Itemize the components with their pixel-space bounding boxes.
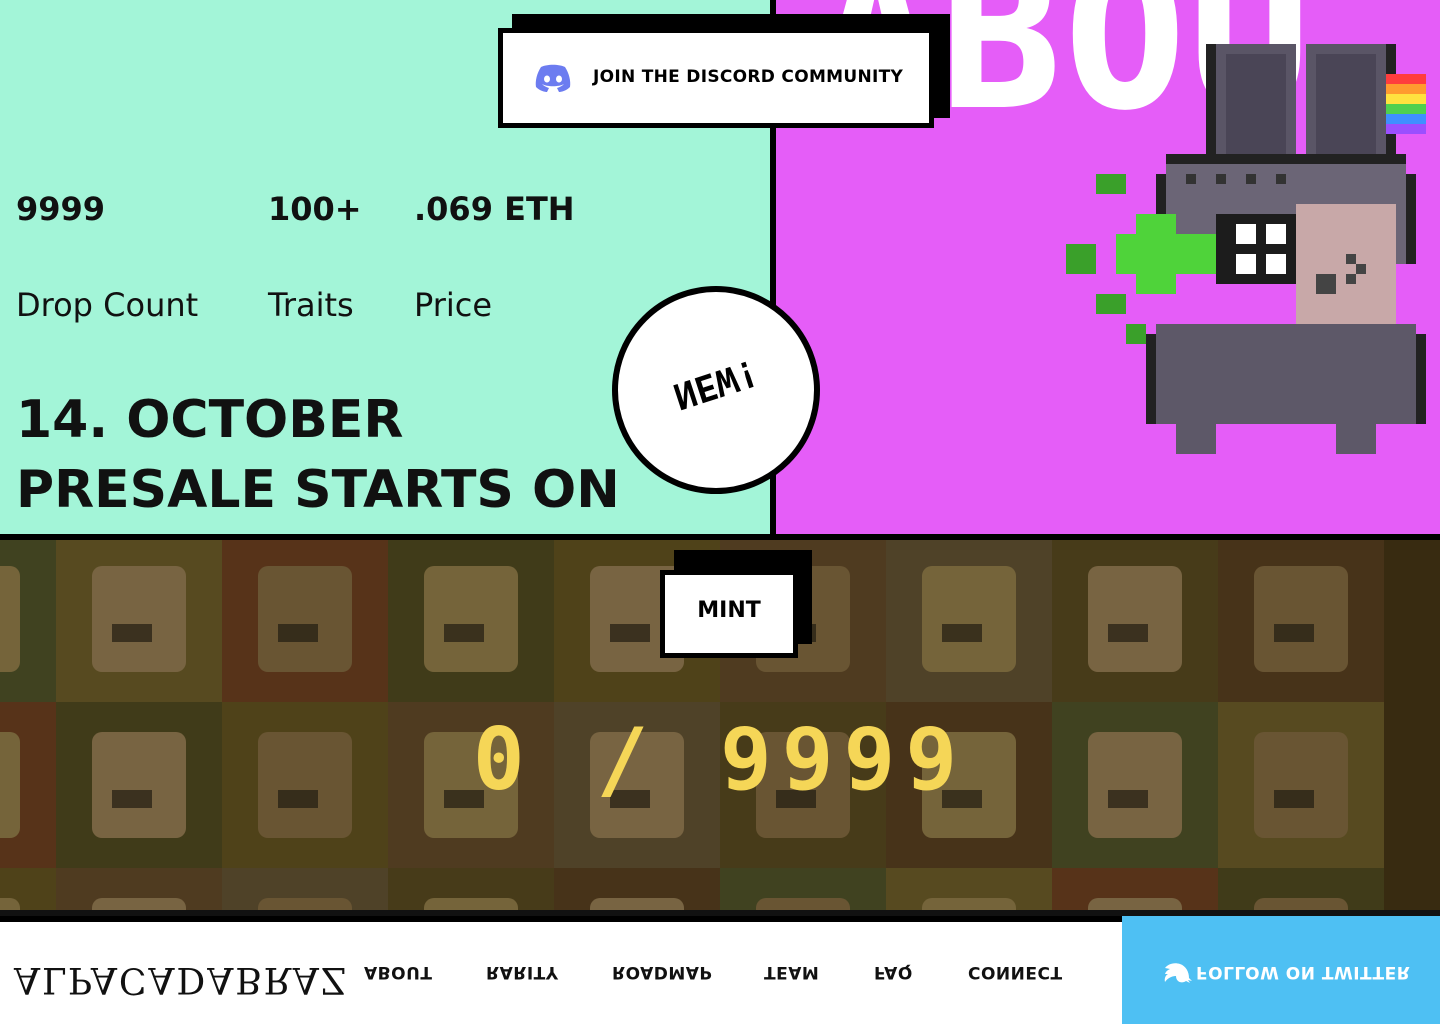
nav-link-team[interactable]: TEAM bbox=[764, 962, 819, 982]
nav-link-rarity[interactable]: RARITY bbox=[486, 962, 559, 982]
stat-drop-count-label: Drop Count bbox=[16, 286, 199, 324]
section-divider bbox=[0, 534, 1440, 540]
stat-traits-value: 100+ bbox=[268, 190, 362, 228]
stat-price-label: Price bbox=[414, 286, 493, 324]
page-root: ALPACADABRAZ ABOUT RARITY ROADMAP TEAM F… bbox=[0, 0, 1440, 1024]
twitter-bird-icon bbox=[1164, 963, 1192, 983]
presale-headline-line1: PRESALE STARTS ON bbox=[16, 460, 620, 520]
follow-twitter-label: FOLLOW ON TWITTER bbox=[1196, 962, 1411, 982]
top-navigation: ALPACADABRAZ ABOUT RARITY ROADMAP TEAM F… bbox=[0, 916, 1440, 1024]
mint-button[interactable]: MINT bbox=[660, 570, 798, 658]
site-logo[interactable]: ALPACADABRAZ bbox=[14, 959, 348, 1000]
follow-twitter-button[interactable]: FOLLOW ON TWITTER bbox=[1122, 916, 1440, 1024]
pixel-alpaca-character bbox=[1066, 44, 1426, 454]
new-badge-label: NEW! bbox=[668, 350, 764, 417]
stat-price-value: .069 ETH bbox=[414, 190, 575, 228]
nav-link-roadmap[interactable]: ROADMAP bbox=[612, 962, 712, 982]
nav-link-connect[interactable]: CONNECT bbox=[968, 962, 1063, 982]
presale-headline-line2: 14. OCTOBER bbox=[16, 390, 404, 450]
discord-community-button[interactable]: JOIN THE DISCORD COMMUNITY bbox=[498, 28, 934, 128]
nav-link-about[interactable]: ABOUT bbox=[364, 962, 432, 982]
stat-traits-label: Traits bbox=[268, 286, 354, 324]
discord-icon bbox=[535, 64, 571, 92]
mint-button-label: MINT bbox=[697, 598, 761, 623]
discord-button-label: JOIN THE DISCORD COMMUNITY bbox=[593, 67, 904, 87]
new-badge: NEW! bbox=[612, 286, 820, 494]
mint-counter: 0 / 9999 bbox=[472, 710, 968, 810]
nav-link-faq[interactable]: FAQ bbox=[874, 962, 913, 982]
stat-drop-count-value: 9999 bbox=[16, 190, 106, 228]
